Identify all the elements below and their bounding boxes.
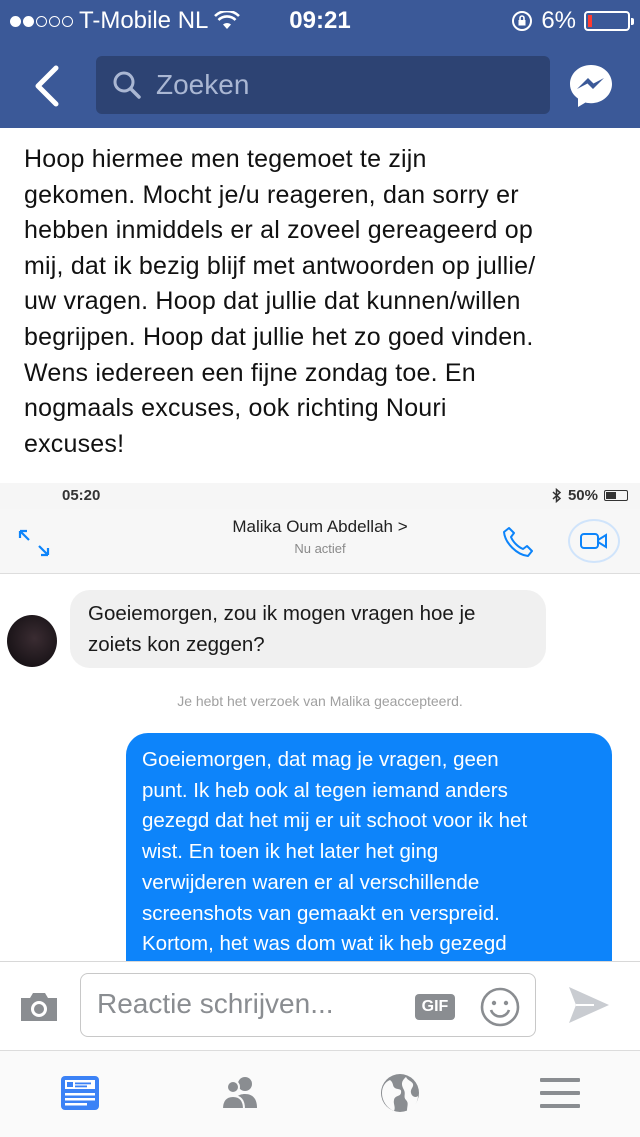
phone-icon [503,527,533,557]
top-bar: T-Mobile NL 09:21 6% Zoeken [0,0,640,128]
incoming-message-line: Goeiemorgen, zou ik mogen vragen hoe je [88,602,476,625]
contact-avatar [7,615,57,667]
search-placeholder: Zoeken [156,69,250,100]
request-accepted-notice: Je hebt het verzoek van Malika geaccepte… [177,693,463,709]
search-icon [113,71,141,99]
camera-icon[interactable] [18,990,60,1024]
status-right: 6% [511,7,634,35]
back-arrow-icon[interactable] [28,64,68,108]
outgoing-message-line: Goeiemorgen, dat mag je vragen, geen [142,748,499,771]
post-line: excuses! [24,429,125,458]
screenshot-battery-icon [604,490,628,501]
post-line: Wens iedereen een fijne zondag toe. En [24,358,476,387]
messenger-icon[interactable] [568,63,614,109]
screenshot-chat-header: Malika Oum Abdellah > Nu actief [0,509,640,574]
post-line: gekomen. Mocht je/u reageren, dan sorry … [24,180,519,209]
globe-notifications-icon[interactable] [378,1071,422,1115]
outgoing-message-line: wist. En toen ik het later het ging [142,840,439,864]
battery-icon [584,11,634,31]
screenshot-status-bar: 05:20 50% [0,483,640,509]
post-line: nogmaals excuses, ook richting Nouri [24,394,447,423]
news-feed-icon[interactable] [58,1071,102,1115]
contact-name: Malika Oum Abdellah > [232,517,408,536]
gif-button[interactable]: GIF [415,994,455,1020]
rotation-lock-icon [512,11,533,31]
send-icon[interactable] [566,984,612,1026]
search-input[interactable]: Zoeken [96,56,550,114]
post-line: Hoop hiermee men tegemoet te zijn [24,145,427,173]
outgoing-message-line: gezegd dat het mij er uit schoot voor ik… [142,809,528,833]
comment-placeholder: Reactie schrijven... [97,988,334,1019]
post-text: Hoop hiermee men tegemoet te zijn gekome… [24,142,624,462]
post-line: begrijpen. Hoop dat jullie het zo goed v… [24,322,534,351]
incoming-message-line: zoiets kon zeggen? [88,633,265,656]
outgoing-message-line: punt. Ik heb ook al tegen iemand anders [142,778,508,802]
screenshot-time: 05:20 [62,487,101,504]
comment-bar: Reactie schrijven... GIF [0,961,640,1051]
contact-status: Nu actief [294,541,346,556]
outgoing-message-line: Kortom, het was dom wat ik heb gezegd [142,932,507,956]
screenshot-status-right: 50% [552,487,628,504]
outgoing-message-bubble: Goeiemorgen, dat mag je vragen, geen pun… [126,733,612,993]
video-call-button [568,519,620,563]
post-line: hebben inmiddels er al zoveel gereageerd… [24,216,533,245]
status-bar: T-Mobile NL 09:21 6% [0,0,640,40]
video-camera-icon [580,533,607,549]
battery-percent: 6% [541,7,576,34]
bluetooth-icon [552,488,562,503]
screenshot-battery-percent: 50% [567,487,598,504]
post-line: uw vragen. Hoop dat jullie dat kunnen/wi… [24,287,521,316]
bottom-tab-bar [0,1050,640,1137]
menu-icon[interactable] [538,1071,582,1115]
friends-icon[interactable] [218,1071,262,1115]
outgoing-message-line: verwijderen waren er al verschillende [142,870,480,894]
emoji-icon[interactable] [479,986,521,1028]
comment-input[interactable]: Reactie schrijven... GIF [80,973,536,1037]
post-line: mij, dat ik bezig blijf met antwoorden o… [24,251,536,280]
incoming-message-bubble: Goeiemorgen, zou ik mogen vragen hoe je … [70,590,546,668]
outgoing-message-line: screenshots van gemaakt en verspreid. [142,901,500,925]
